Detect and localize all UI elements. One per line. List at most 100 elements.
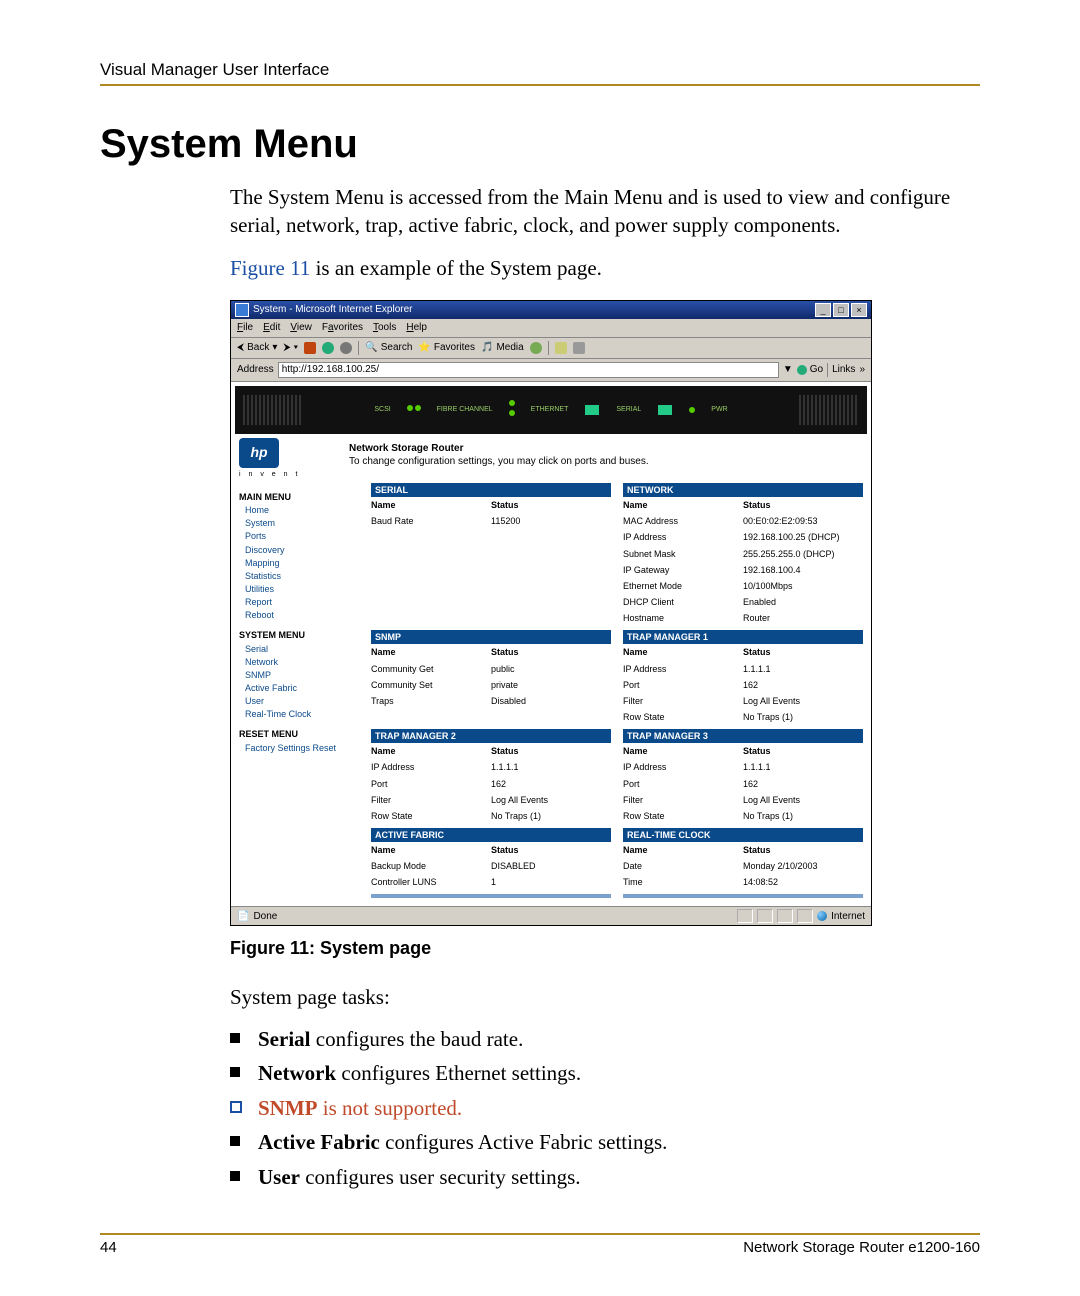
panel-title: SERIAL bbox=[371, 483, 611, 497]
nav-link-mapping[interactable]: Mapping bbox=[245, 557, 359, 569]
nav-link-utilities[interactable]: Utilities bbox=[245, 583, 359, 595]
kv-value: 1.1.1.1 bbox=[743, 761, 863, 773]
mail-icon[interactable] bbox=[555, 342, 567, 354]
globe-icon bbox=[817, 911, 827, 921]
tasks-intro: System page tasks: bbox=[230, 983, 980, 1011]
panel-snmp: SNMPNameStatusCommunity GetpublicCommuni… bbox=[371, 630, 611, 725]
address-dropdown[interactable]: ▼ bbox=[783, 363, 793, 377]
chassis-serial-label: SERIAL bbox=[616, 405, 641, 414]
menu-help[interactable]: Help bbox=[406, 321, 427, 335]
menu-view[interactable]: View bbox=[290, 321, 312, 335]
kv-name: IP Address bbox=[623, 531, 743, 543]
nav-link-statistics[interactable]: Statistics bbox=[245, 570, 359, 582]
nav-link-home[interactable]: Home bbox=[245, 504, 359, 516]
nav-link-snmp[interactable]: SNMP bbox=[245, 669, 359, 681]
nav-link-network[interactable]: Network bbox=[245, 656, 359, 668]
search-button[interactable]: 🔍 Search bbox=[365, 341, 412, 355]
figure-link[interactable]: Figure 11 bbox=[230, 256, 310, 280]
favorites-button[interactable]: ⭐ Favorites bbox=[418, 341, 475, 355]
page-footer: 44 Network Storage Router e1200-160 bbox=[100, 1233, 980, 1256]
nav-link-active-fabric[interactable]: Active Fabric bbox=[245, 682, 359, 694]
kv-value: 162 bbox=[743, 679, 863, 691]
page-title: System Menu bbox=[100, 122, 980, 167]
task-serial: Serial configures the baud rate. bbox=[230, 1025, 980, 1053]
stop-icon[interactable] bbox=[304, 342, 316, 354]
chassis-pwr-label: PWR bbox=[711, 405, 727, 414]
kv-value: 1.1.1.1 bbox=[743, 663, 863, 675]
minimize-button[interactable]: _ bbox=[815, 303, 831, 317]
close-button[interactable]: × bbox=[851, 303, 867, 317]
nav-link-serial[interactable]: Serial bbox=[245, 643, 359, 655]
ie-toolbar: ⮜ Back ▾ ⮞ ▾ 🔍 Search ⭐ Favorites 🎵 Medi… bbox=[231, 338, 871, 359]
vent-left bbox=[243, 395, 303, 425]
ethernet-port-icon[interactable] bbox=[585, 405, 599, 415]
links-chevron[interactable]: » bbox=[859, 363, 865, 377]
kv-value: 00:E0:02:E2:09:53 bbox=[743, 515, 863, 527]
kv-name: Filter bbox=[623, 794, 743, 806]
kv-name: Ethernet Mode bbox=[623, 580, 743, 592]
kv-name: MAC Address bbox=[623, 515, 743, 527]
kv-value: No Traps (1) bbox=[743, 711, 863, 723]
intro-paragraph: The System Menu is accessed from the Mai… bbox=[230, 183, 980, 240]
nav-reset-items: Factory Settings Reset bbox=[239, 742, 359, 754]
nav-link-report[interactable]: Report bbox=[245, 596, 359, 608]
back-button[interactable]: ⮜ Back ▾ bbox=[237, 341, 277, 355]
kv-name: IP Address bbox=[623, 663, 743, 675]
figure-caption: Figure 11: System page bbox=[230, 936, 980, 960]
menu-edit[interactable]: Edit bbox=[263, 321, 280, 335]
menu-file[interactable]: FFileile bbox=[237, 321, 253, 335]
kv-value: private bbox=[491, 679, 611, 691]
nav-link-real-time-clock[interactable]: Real-Time Clock bbox=[245, 708, 359, 720]
home-icon[interactable] bbox=[340, 342, 352, 354]
kv-value: public bbox=[491, 663, 611, 675]
kv-value: 192.168.100.25 (DHCP) bbox=[743, 531, 863, 543]
kv-value: Log All Events bbox=[491, 794, 611, 806]
status-zone: Internet bbox=[831, 910, 865, 924]
panel-title: REAL-TIME CLOCK bbox=[623, 828, 863, 842]
nav-link-factory-settings-reset[interactable]: Factory Settings Reset bbox=[245, 742, 359, 754]
address-input[interactable] bbox=[278, 362, 779, 378]
panel-active-fabric: ACTIVE FABRICNameStatusBackup ModeDISABL… bbox=[371, 828, 611, 891]
kv-value: 115200 bbox=[491, 515, 611, 527]
kv-name: Time bbox=[623, 876, 743, 888]
menu-favorites[interactable]: Favorites bbox=[322, 321, 363, 335]
history-icon[interactable] bbox=[530, 342, 542, 354]
menu-tools[interactable]: Tools bbox=[373, 321, 396, 335]
maximize-button[interactable]: □ bbox=[833, 303, 849, 317]
kv-name: Row State bbox=[623, 711, 743, 723]
go-button[interactable]: Go bbox=[797, 363, 823, 377]
panel-title: TRAP MANAGER 2 bbox=[371, 729, 611, 743]
media-button[interactable]: 🎵 Media bbox=[481, 341, 524, 355]
nav-link-user[interactable]: User bbox=[245, 695, 359, 707]
ie-titlebar: System - Microsoft Internet Explorer _ □… bbox=[231, 301, 871, 319]
forward-button[interactable]: ⮞ ▾ bbox=[283, 341, 298, 355]
nav-link-system[interactable]: System bbox=[245, 517, 359, 529]
links-label[interactable]: Links bbox=[832, 363, 855, 377]
vent-right bbox=[799, 395, 859, 425]
kv-name: Community Get bbox=[371, 663, 491, 675]
kv-name: IP Address bbox=[623, 761, 743, 773]
kv-name: Port bbox=[623, 778, 743, 790]
print-icon[interactable] bbox=[573, 342, 585, 354]
nav-link-discovery[interactable]: Discovery bbox=[245, 544, 359, 556]
task-snmp: SNMP is not supported. bbox=[230, 1094, 980, 1122]
serial-port-icon[interactable] bbox=[658, 405, 672, 415]
kv-name: Port bbox=[623, 679, 743, 691]
kv-value: No Traps (1) bbox=[743, 810, 863, 822]
panel-title: SNMP bbox=[371, 630, 611, 644]
ie-statusbar: 📄Done Internet bbox=[231, 906, 871, 925]
kv-value: DISABLED bbox=[491, 860, 611, 872]
kv-name: Hostname bbox=[623, 612, 743, 624]
refresh-icon[interactable] bbox=[322, 342, 334, 354]
nav-link-ports[interactable]: Ports bbox=[245, 530, 359, 542]
left-nav: MAIN MENU HomeSystemPortsDiscoveryMappin… bbox=[239, 483, 359, 899]
nav-link-reboot[interactable]: Reboot bbox=[245, 609, 359, 621]
kv-value: 10/100Mbps bbox=[743, 580, 863, 592]
kv-value: Router bbox=[743, 612, 863, 624]
kv-name: Port bbox=[371, 778, 491, 790]
device-chassis[interactable]: SCSI FIBRE CHANNEL ETHERNET SERIAL PWR bbox=[235, 386, 867, 434]
nav-system-items: SerialNetworkSNMPActive FabricUserReal-T… bbox=[239, 643, 359, 721]
panel-title: TRAP MANAGER 3 bbox=[623, 729, 863, 743]
status-done: Done bbox=[253, 910, 277, 924]
panel-sep-l bbox=[371, 894, 611, 898]
